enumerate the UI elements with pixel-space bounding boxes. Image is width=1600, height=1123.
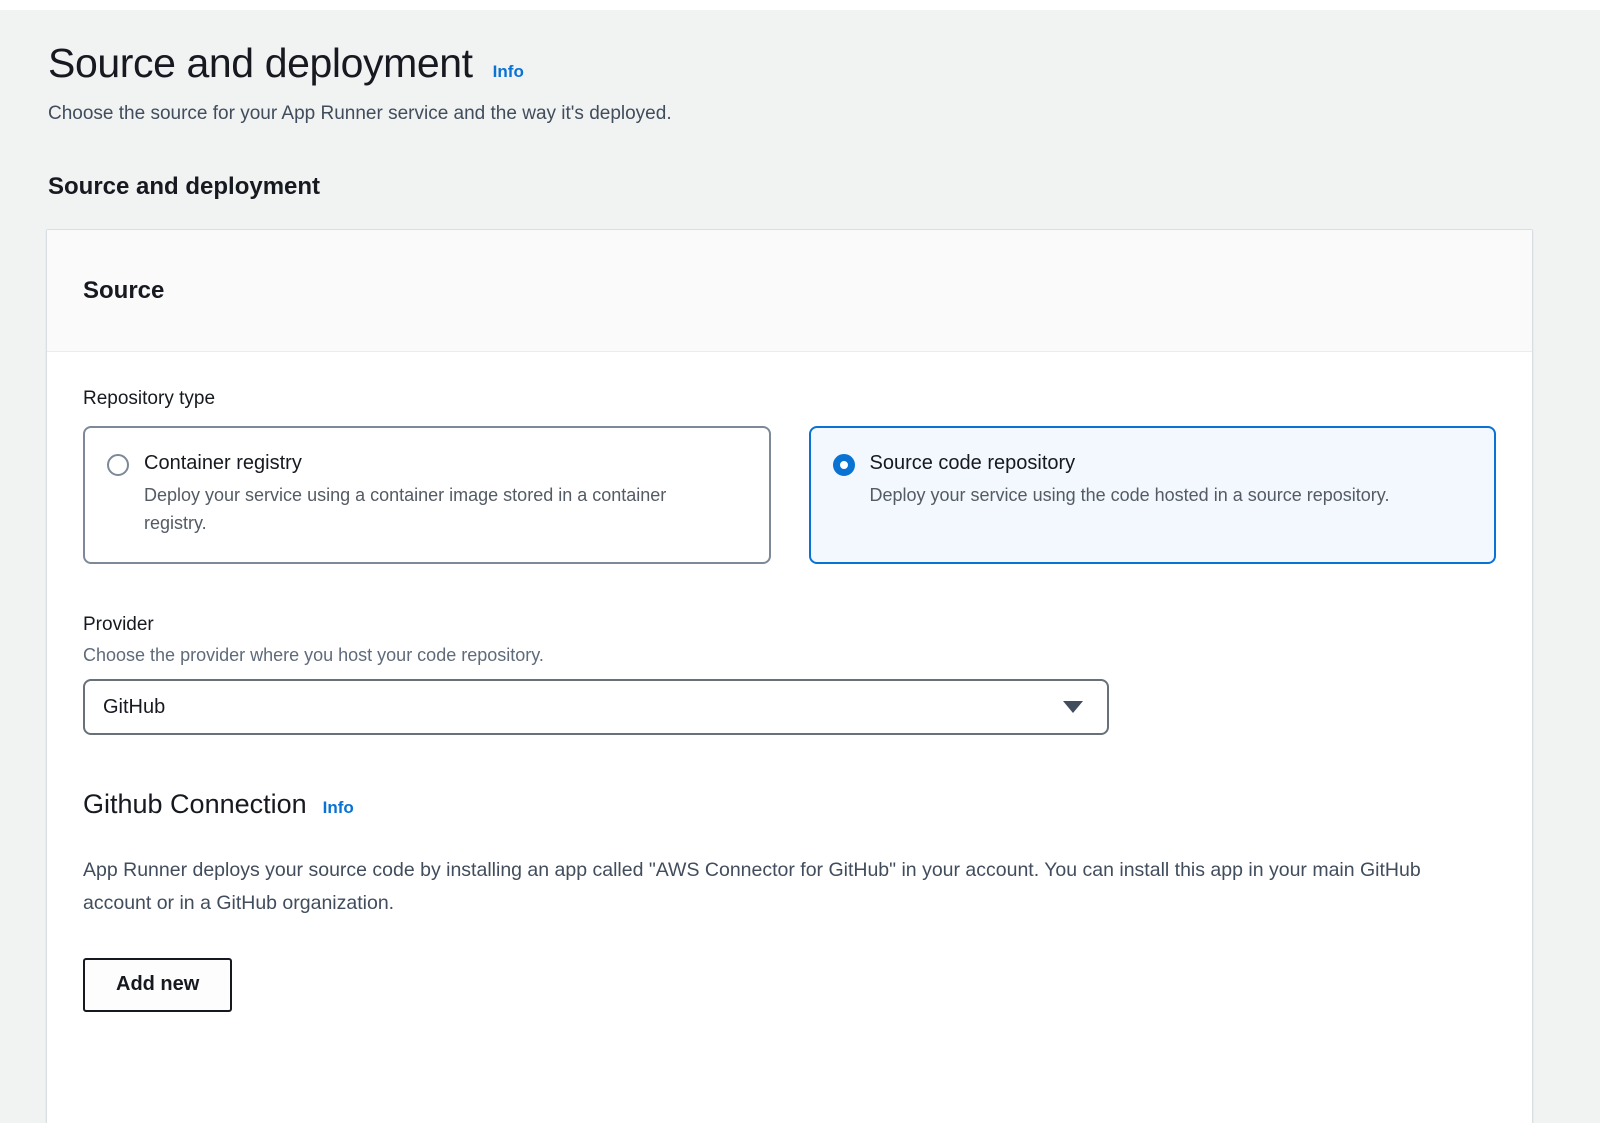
provider-description: Choose the provider where you host your … — [83, 645, 1496, 666]
tile-source-code-repository-description: Deploy your service using the code hoste… — [870, 482, 1390, 510]
add-new-button[interactable]: Add new — [83, 958, 232, 1012]
tile-source-code-repository[interactable]: Source code repository Deploy your servi… — [809, 426, 1497, 564]
source-panel-header: Source — [47, 230, 1532, 352]
github-connection-section: Github Connection Info App Runner deploy… — [83, 789, 1496, 1012]
provider-selected-value: GitHub — [103, 696, 165, 719]
section-heading: Source and deployment — [48, 173, 1552, 201]
source-and-deployment-page: Source and deployment Info Choose the so… — [0, 10, 1600, 1123]
caret-down-icon — [1063, 701, 1083, 713]
radio-source-code-repository[interactable] — [833, 454, 855, 476]
provider-select[interactable]: GitHub — [83, 679, 1109, 735]
page-title-info-link[interactable]: Info — [493, 62, 524, 82]
source-panel: Source Repository type Container registr… — [46, 229, 1533, 1123]
source-panel-title: Source — [83, 277, 164, 305]
page-title: Source and deployment — [48, 40, 473, 87]
tile-container-registry-description: Deploy your service using a container im… — [144, 482, 689, 538]
repository-type-tiles: Container registry Deploy your service u… — [83, 426, 1496, 564]
radio-container-registry[interactable] — [107, 454, 129, 476]
github-connection-header: Github Connection Info — [83, 789, 1496, 820]
tile-container-registry[interactable]: Container registry Deploy your service u… — [83, 426, 771, 564]
window-top-edge — [0, 0, 1600, 10]
github-connection-description: App Runner deploys your source code by i… — [83, 854, 1458, 920]
tile-container-registry-title: Container registry — [144, 452, 689, 475]
tile-text: Container registry Deploy your service u… — [144, 452, 689, 538]
page-header: Source and deployment Info — [48, 40, 1552, 87]
repository-type-label: Repository type — [83, 388, 1496, 410]
source-panel-body: Repository type Container registry Deplo… — [47, 352, 1532, 1012]
provider-label: Provider — [83, 614, 1496, 636]
tile-text: Source code repository Deploy your servi… — [870, 452, 1390, 510]
page-subtitle: Choose the source for your App Runner se… — [48, 103, 1552, 125]
github-connection-info-link[interactable]: Info — [323, 798, 354, 818]
github-connection-heading: Github Connection — [83, 789, 307, 820]
tile-source-code-repository-title: Source code repository — [870, 452, 1390, 475]
provider-field: Provider Choose the provider where you h… — [83, 614, 1496, 735]
